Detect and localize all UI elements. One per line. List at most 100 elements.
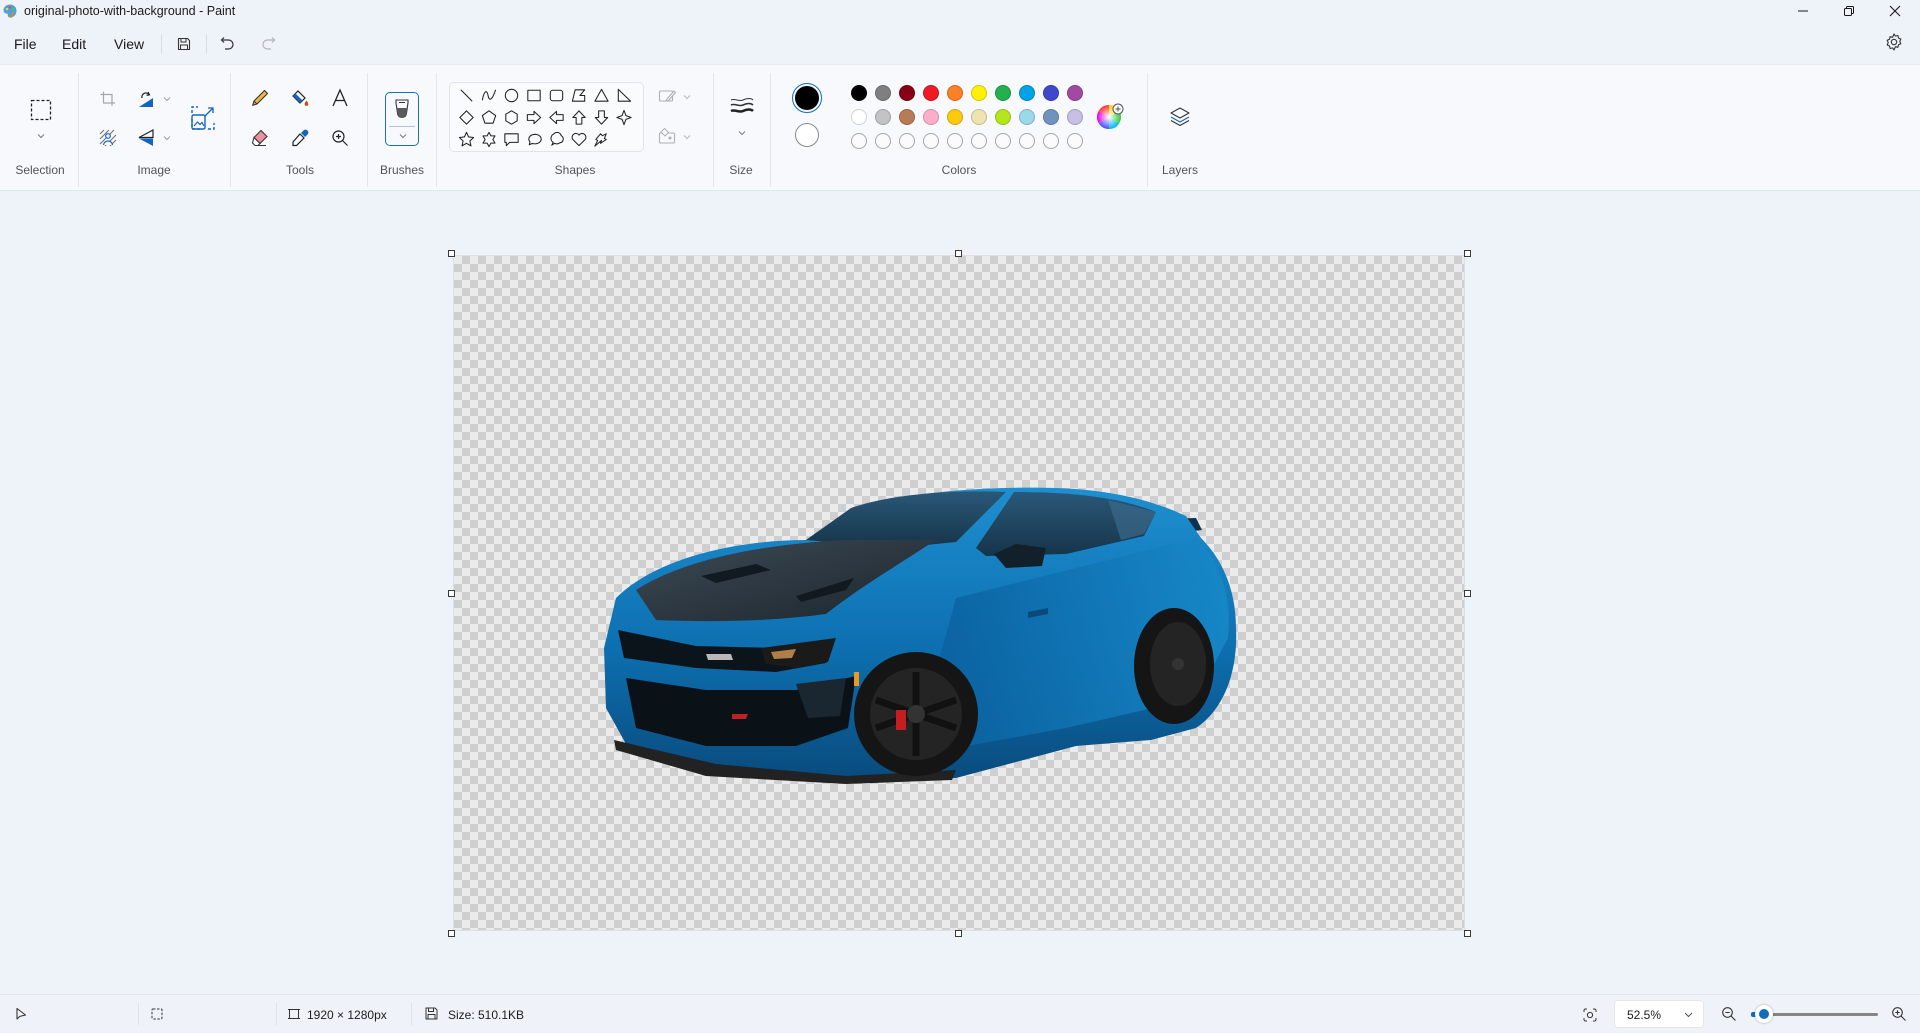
- resize-handle-bottom-left[interactable]: [448, 930, 455, 937]
- chevron-down-icon[interactable]: [163, 135, 171, 141]
- shape-diamond[interactable]: [457, 108, 476, 127]
- custom-color-slot[interactable]: [923, 133, 939, 149]
- minimize-button[interactable]: [1780, 0, 1826, 22]
- shape-heart[interactable]: [570, 130, 589, 149]
- undo-button[interactable]: [216, 32, 240, 56]
- custom-color-slot[interactable]: [875, 133, 891, 149]
- resize-button[interactable]: [188, 103, 218, 133]
- shape-triangle[interactable]: [592, 86, 611, 105]
- custom-color-slot[interactable]: [851, 133, 867, 149]
- primary-color[interactable]: [792, 83, 822, 113]
- chevron-down-icon[interactable]: [163, 96, 171, 102]
- shape-left-arrow[interactable]: [547, 108, 566, 127]
- resize-handle-bottom-right[interactable]: [1464, 930, 1471, 937]
- shape-rectangle[interactable]: [525, 86, 544, 105]
- color-swatch[interactable]: [923, 109, 939, 125]
- custom-color-slot[interactable]: [899, 133, 915, 149]
- color-swatch[interactable]: [1043, 85, 1059, 101]
- secondary-color[interactable]: [795, 123, 819, 147]
- shape-polygon[interactable]: [570, 86, 589, 105]
- size-button[interactable]: [727, 95, 757, 119]
- color-swatch[interactable]: [1043, 109, 1059, 125]
- text-tool[interactable]: [327, 85, 353, 111]
- resize-handle-top-right[interactable]: [1464, 250, 1471, 257]
- custom-color-slot[interactable]: [1043, 133, 1059, 149]
- menu-file[interactable]: File: [8, 34, 43, 54]
- shape-hexagon[interactable]: [502, 108, 521, 127]
- zoom-out-icon[interactable]: [1721, 1006, 1737, 1022]
- menu-edit[interactable]: Edit: [56, 34, 92, 54]
- menu-view[interactable]: View: [108, 34, 150, 54]
- custom-color-slot[interactable]: [971, 133, 987, 149]
- color-swatch[interactable]: [1019, 85, 1035, 101]
- edit-colors-button[interactable]: [1097, 102, 1125, 130]
- maximize-button[interactable]: [1826, 0, 1872, 22]
- color-swatch[interactable]: [947, 85, 963, 101]
- shape-line[interactable]: [457, 86, 476, 105]
- layers-button[interactable]: [1166, 103, 1194, 131]
- zoom-level-dropdown[interactable]: 52.5%: [1614, 1000, 1704, 1028]
- shape-right-triangle[interactable]: [615, 86, 634, 105]
- resize-handle-top-left[interactable]: [448, 250, 455, 257]
- color-swatch[interactable]: [899, 109, 915, 125]
- shape-fill-button[interactable]: [656, 125, 678, 147]
- resize-handle-left[interactable]: [448, 590, 455, 597]
- shape-curve[interactable]: [480, 86, 499, 105]
- color-swatch[interactable]: [851, 109, 867, 125]
- custom-color-slot[interactable]: [995, 133, 1011, 149]
- shape-right-arrow[interactable]: [525, 108, 544, 127]
- shape-up-arrow[interactable]: [570, 108, 589, 127]
- chevron-down-icon[interactable]: [683, 134, 691, 140]
- custom-color-slot[interactable]: [947, 133, 963, 149]
- custom-color-slot[interactable]: [1019, 133, 1035, 149]
- color-swatch[interactable]: [851, 85, 867, 101]
- color-swatch[interactable]: [899, 85, 915, 101]
- crop-button[interactable]: [96, 87, 120, 111]
- color-swatch[interactable]: [947, 109, 963, 125]
- save-button[interactable]: [172, 32, 196, 56]
- shape-down-arrow[interactable]: [592, 108, 611, 127]
- flip-button[interactable]: [134, 126, 158, 150]
- settings-button[interactable]: [1884, 32, 1906, 54]
- custom-color-slot[interactable]: [1067, 133, 1083, 149]
- rotate-button[interactable]: [134, 87, 158, 111]
- zoom-slider-track[interactable]: [1756, 1013, 1878, 1016]
- resize-handle-top[interactable]: [955, 250, 962, 257]
- chevron-down-icon[interactable]: [738, 130, 746, 136]
- remove-background-button[interactable]: [96, 126, 120, 150]
- magnifier-tool[interactable]: [327, 125, 353, 151]
- shape-cloud-callout[interactable]: [547, 130, 566, 149]
- color-swatch[interactable]: [923, 85, 939, 101]
- color-swatch[interactable]: [971, 109, 987, 125]
- shape-outline-button[interactable]: [656, 85, 678, 107]
- shape-five-point-star[interactable]: [457, 130, 476, 149]
- shape-rectangular-callout[interactable]: [502, 130, 521, 149]
- chevron-down-icon[interactable]: [683, 94, 691, 100]
- shape-oval[interactable]: [502, 86, 521, 105]
- color-swatch[interactable]: [971, 85, 987, 101]
- pencil-tool[interactable]: [247, 85, 273, 111]
- close-button[interactable]: [1872, 0, 1918, 22]
- fill-tool[interactable]: [287, 85, 313, 111]
- zoom-slider-thumb[interactable]: [1755, 1005, 1773, 1023]
- shape-oval-callout[interactable]: [525, 130, 544, 149]
- color-swatch[interactable]: [1067, 85, 1083, 101]
- chevron-down-icon[interactable]: [37, 133, 45, 139]
- zoom-in-icon[interactable]: [1891, 1006, 1907, 1022]
- color-swatch[interactable]: [875, 109, 891, 125]
- redo-button[interactable]: [256, 32, 280, 56]
- shape-lightning[interactable]: [592, 130, 611, 149]
- fit-to-window-icon[interactable]: [1582, 1007, 1598, 1023]
- shape-six-point-star[interactable]: [480, 130, 499, 149]
- color-picker-tool[interactable]: [287, 125, 313, 151]
- shape-pentagon[interactable]: [480, 108, 499, 127]
- color-swatch[interactable]: [1067, 109, 1083, 125]
- resize-handle-bottom[interactable]: [955, 930, 962, 937]
- resize-handle-right[interactable]: [1464, 590, 1471, 597]
- color-swatch[interactable]: [875, 85, 891, 101]
- brushes-button[interactable]: [385, 92, 419, 146]
- color-swatch[interactable]: [1019, 109, 1035, 125]
- color-swatch[interactable]: [995, 85, 1011, 101]
- selection-button[interactable]: [26, 95, 56, 125]
- color-swatch[interactable]: [995, 109, 1011, 125]
